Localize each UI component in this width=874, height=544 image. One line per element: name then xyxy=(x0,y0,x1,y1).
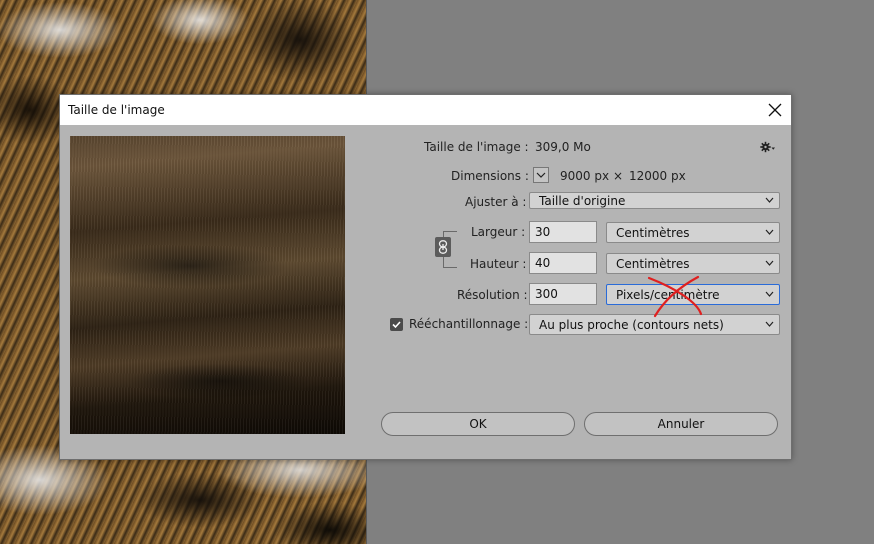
image-size-label: Taille de l'image : xyxy=(424,140,529,154)
link-bracket-top xyxy=(443,231,457,232)
dialog-titlebar: Taille de l'image xyxy=(60,95,791,125)
chevron-down-icon xyxy=(765,321,774,327)
resolution-label: Résolution : xyxy=(457,288,528,302)
dimensions-label: Dimensions : xyxy=(451,169,529,183)
settings-menu-button[interactable] xyxy=(760,141,776,153)
image-preview[interactable] xyxy=(70,136,345,434)
chevron-down-icon xyxy=(765,291,774,297)
chevron-down-icon xyxy=(765,260,774,266)
resample-label: Rééchantillonnage : xyxy=(409,317,529,331)
width-input[interactable]: 30 xyxy=(529,221,597,243)
chevron-down-icon xyxy=(765,229,774,235)
width-unit-select[interactable]: Centimètres xyxy=(606,222,780,243)
height-value: 40 xyxy=(535,256,551,270)
chevron-down-icon xyxy=(765,197,774,203)
width-unit-value: Centimètres xyxy=(616,226,690,240)
width-label: Largeur : xyxy=(471,225,526,239)
dimensions-unit-toggle[interactable] xyxy=(533,167,549,183)
close-icon xyxy=(768,103,782,117)
chain-link-icon xyxy=(438,240,448,254)
cancel-button[interactable]: Annuler xyxy=(584,412,778,436)
red-x-mark xyxy=(647,275,703,318)
close-button[interactable] xyxy=(759,95,791,125)
dimensions-width: 9000 px xyxy=(560,169,610,183)
resample-checkbox[interactable] xyxy=(390,318,403,331)
fit-to-value: Taille d'origine xyxy=(539,194,626,208)
link-bracket-bottom xyxy=(443,267,457,268)
fit-to-label: Ajuster à : xyxy=(465,195,527,209)
height-unit-value: Centimètres xyxy=(616,257,690,271)
resample-method-value: Au plus proche (contours nets) xyxy=(539,318,724,332)
fit-to-select[interactable]: Taille d'origine xyxy=(529,192,780,209)
height-label: Hauteur : xyxy=(470,257,527,271)
resolution-input[interactable]: 300 xyxy=(529,283,597,305)
dimensions-height: 12000 px xyxy=(629,169,686,183)
height-unit-select[interactable]: Centimètres xyxy=(606,253,780,274)
checkmark-icon xyxy=(392,321,401,329)
chevron-down-icon xyxy=(536,172,546,178)
height-input[interactable]: 40 xyxy=(529,252,597,274)
dialog-title: Taille de l'image xyxy=(68,103,165,117)
constrain-proportions-toggle[interactable] xyxy=(435,237,451,257)
dimensions-times: × xyxy=(613,169,624,183)
width-value: 30 xyxy=(535,225,551,239)
ok-button[interactable]: OK xyxy=(381,412,575,436)
resolution-value: 300 xyxy=(535,287,558,301)
gear-icon xyxy=(760,141,775,153)
image-size-value: 309,0 Mo xyxy=(535,140,591,154)
